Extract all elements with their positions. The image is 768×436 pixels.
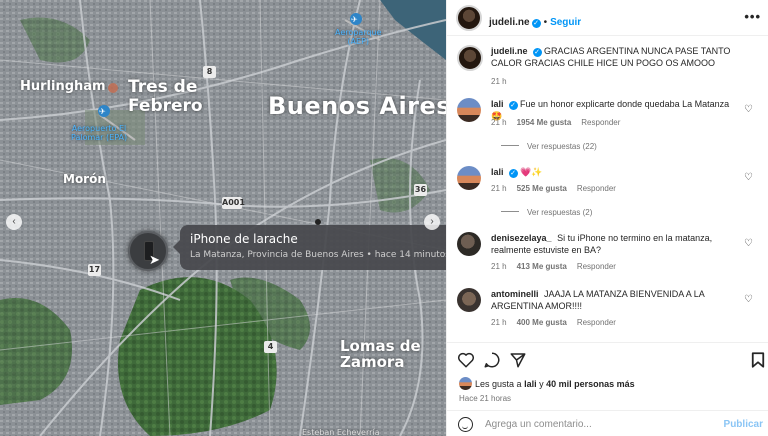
route-shield: 4 xyxy=(264,341,277,353)
caption-username[interactable]: judeli.ne xyxy=(491,46,528,56)
comment-meta: 21 h 400 Me gusta Responder xyxy=(491,318,626,327)
likes-middle: y xyxy=(539,379,544,389)
map-label-place-1: Hurlingham xyxy=(20,79,106,94)
comment-likes[interactable]: 413 Me gusta xyxy=(517,262,567,271)
reply-button[interactable]: Responder xyxy=(577,262,616,271)
comment-item: lali ✓ 💗✨ 21 h 525 Me gusta Responder ♡ Ver… xyxy=(457,166,757,226)
svg-text:✈: ✈ xyxy=(351,15,358,24)
carousel-next-button[interactable]: › xyxy=(424,214,440,230)
avatar[interactable] xyxy=(457,45,483,71)
post-media[interactable]: ✈ ✈ Buenos Aires Tres de Febrero Hurling… xyxy=(0,0,446,436)
avatar[interactable] xyxy=(456,5,482,31)
reply-button[interactable]: Responder xyxy=(577,318,616,327)
comment-icon[interactable] xyxy=(483,351,501,369)
caption-body: judeli.ne ✓ GRACIAS ARGENTINA NUNCA PASE … xyxy=(491,45,735,69)
post-caption: judeli.ne ✓ GRACIAS ARGENTINA NUNCA PASE … xyxy=(457,45,757,95)
device-name: iPhone de larache xyxy=(190,232,298,246)
post-header: judeli.ne ✓ • Seguir ••• xyxy=(447,0,768,36)
reply-button[interactable]: Responder xyxy=(581,118,620,127)
view-replies-button[interactable]: Ver respuestas (2) xyxy=(501,208,592,217)
comment-input[interactable]: Agrega un comentario... xyxy=(485,419,592,430)
emoji-icon[interactable] xyxy=(458,417,473,432)
like-heart-icon[interactable]: ♡ xyxy=(744,172,753,183)
likes-user[interactable]: lali xyxy=(524,379,537,389)
verified-icon: ✓ xyxy=(531,19,541,28)
like-icon[interactable] xyxy=(457,351,475,369)
comment-time[interactable]: 21 h xyxy=(491,118,507,127)
comment-item: denisezelaya_ Si tu iPhone no termino en… xyxy=(457,232,757,280)
caption-time[interactable]: 21 h xyxy=(491,77,507,86)
comment-item: lali ✓ Fue un honor explicarte donde qued… xyxy=(457,98,757,158)
map-label-city: Buenos Aires xyxy=(268,92,446,120)
comment-time[interactable]: 21 h xyxy=(491,184,507,193)
map-label-place-2: Morón xyxy=(63,172,106,186)
likes-summary[interactable]: Les gusta a lali y 40 mil personas más xyxy=(459,377,635,390)
comments-list[interactable]: judeli.ne ✓ GRACIAS ARGENTINA NUNCA PASE … xyxy=(447,36,768,342)
svg-text:✈: ✈ xyxy=(99,107,106,116)
comment-likes[interactable]: 525 Me gusta xyxy=(517,184,567,193)
share-icon[interactable] xyxy=(509,351,527,369)
route-shield: 17 xyxy=(88,264,101,276)
comment-username[interactable]: lali xyxy=(491,167,504,177)
post-side-panel: judeli.ne ✓ • Seguir ••• judeli.ne ✓ GRACIAS… xyxy=(446,0,768,436)
comment-username[interactable]: antominelli xyxy=(491,289,539,299)
likes-prefix: Les gusta a xyxy=(475,379,522,389)
carousel-prev-button[interactable]: ‹ xyxy=(6,214,22,230)
verified-icon: ✓ xyxy=(508,101,518,110)
map-label-street: Esteban Echeverría xyxy=(302,428,380,436)
comment-item: antominelli JAAJA LA MATANZA BIENVENIDA … xyxy=(457,288,757,336)
save-bookmark-icon[interactable] xyxy=(749,351,767,369)
comment-body: lali ✓ 💗✨ xyxy=(491,166,735,178)
comment-body: denisezelaya_ Si tu iPhone no termino en… xyxy=(491,232,735,256)
verified-icon: ✓ xyxy=(508,169,518,178)
add-comment-bar: Agrega un comentario... Publicar xyxy=(447,410,768,436)
avatar[interactable] xyxy=(457,288,481,312)
device-callout[interactable]: iPhone de larache La Matanza, Provincia … xyxy=(173,225,446,270)
avatar xyxy=(459,377,472,390)
avatar[interactable] xyxy=(457,232,481,256)
more-options-icon[interactable]: ••• xyxy=(744,9,761,24)
map-label-place-3: Lomas de Zamora xyxy=(340,337,421,371)
comment-username[interactable]: denisezelaya_ xyxy=(491,233,552,243)
view-replies-button[interactable]: Ver respuestas (22) xyxy=(501,142,597,151)
device-location-pin[interactable]: ➤ xyxy=(128,231,168,271)
comment-meta: 21 h 1954 Me gusta Responder xyxy=(491,118,630,127)
avatar[interactable] xyxy=(457,166,481,190)
separator-dot: • xyxy=(543,17,548,28)
post-time[interactable]: Hace 21 horas xyxy=(459,394,511,403)
header-username[interactable]: judeli.ne xyxy=(489,17,530,28)
comment-time[interactable]: 21 h xyxy=(491,318,507,327)
comment-likes[interactable]: 400 Me gusta xyxy=(517,318,567,327)
map-label-airport-1: Aeropuerto El Palomar (EPA) xyxy=(71,124,128,142)
reply-button[interactable]: Responder xyxy=(577,184,616,193)
comment-body: antominelli JAAJA LA MATANZA BIENVENIDA … xyxy=(491,288,735,312)
comment-username[interactable]: lali xyxy=(491,99,504,109)
chevron-right-icon: › xyxy=(430,216,434,227)
like-heart-icon[interactable]: ♡ xyxy=(744,294,753,305)
comment-meta: 21 h 525 Me gusta Responder xyxy=(491,184,626,193)
device-location-detail: La Matanza, Provincia de Buenos Aires • … xyxy=(190,250,446,260)
comment-text: 💗✨ xyxy=(520,167,543,177)
caption-meta: 21 h xyxy=(491,77,517,86)
post-comment-button[interactable]: Publicar xyxy=(724,419,763,430)
map-label-airport-2: Aeroparque (AEP) xyxy=(335,28,382,46)
route-shield: A001 xyxy=(222,197,245,209)
header-user: judeli.ne ✓ • Seguir xyxy=(489,12,581,30)
map-label-district-text: Tres de Febrero xyxy=(128,77,203,116)
comment-time[interactable]: 21 h xyxy=(491,262,507,271)
like-heart-icon[interactable]: ♡ xyxy=(744,104,753,115)
likes-others[interactable]: 40 mil personas más xyxy=(546,379,635,389)
comment-likes[interactable]: 1954 Me gusta xyxy=(517,118,572,127)
mouse-cursor-icon: ➤ xyxy=(149,252,160,267)
follow-button[interactable]: Seguir xyxy=(550,17,581,28)
route-shield: 8 xyxy=(203,66,216,78)
map-label-district: Tres de Febrero xyxy=(128,78,203,116)
post-actions xyxy=(447,342,768,376)
comment-meta: 21 h 413 Me gusta Responder xyxy=(491,262,626,271)
route-shield: 36 xyxy=(414,184,427,196)
like-heart-icon[interactable]: ♡ xyxy=(744,238,753,249)
verified-icon: ✓ xyxy=(532,48,542,57)
chevron-left-icon: ‹ xyxy=(12,216,16,227)
avatar[interactable] xyxy=(457,98,481,122)
